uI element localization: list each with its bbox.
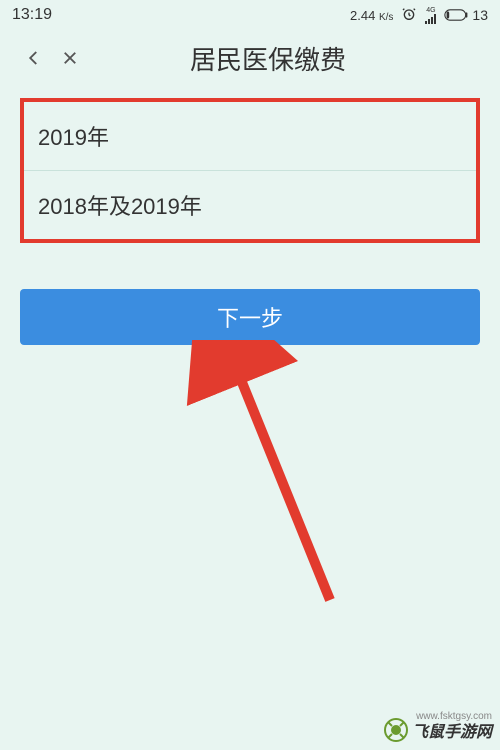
watermark: 飞鼠手游网 bbox=[384, 718, 492, 742]
content-area: 2019年 2018年及2019年 下一步 bbox=[0, 86, 500, 357]
battery-percent: 13 bbox=[472, 7, 488, 23]
network-speed: 2.44 K/s bbox=[350, 8, 393, 23]
back-button[interactable] bbox=[16, 40, 52, 76]
app-header: 居民医保缴费 bbox=[0, 30, 500, 86]
next-button[interactable]: 下一步 bbox=[20, 289, 480, 345]
year-option-group: 2019年 2018年及2019年 bbox=[20, 98, 480, 243]
close-icon bbox=[61, 49, 79, 67]
status-time: 13:19 bbox=[12, 6, 52, 24]
watermark-text: 飞鼠手游网 bbox=[412, 718, 492, 742]
close-button[interactable] bbox=[52, 40, 88, 76]
watermark-logo-icon bbox=[384, 718, 408, 742]
year-option-2019[interactable]: 2019年 bbox=[24, 102, 476, 171]
annotation-arrow bbox=[70, 340, 350, 620]
next-button-label: 下一步 bbox=[217, 301, 283, 333]
alarm-icon bbox=[401, 6, 417, 25]
battery-icon: 13 bbox=[444, 7, 488, 23]
status-bar: 13:19 2.44 K/s 4G 13 bbox=[0, 0, 500, 30]
year-option-2018-2019[interactable]: 2018年及2019年 bbox=[24, 171, 476, 239]
signal-icon: 4G bbox=[425, 7, 436, 24]
page-title: 居民医保缴费 bbox=[88, 40, 448, 77]
status-right: 2.44 K/s 4G 13 bbox=[52, 6, 488, 25]
chevron-left-icon bbox=[25, 49, 43, 67]
